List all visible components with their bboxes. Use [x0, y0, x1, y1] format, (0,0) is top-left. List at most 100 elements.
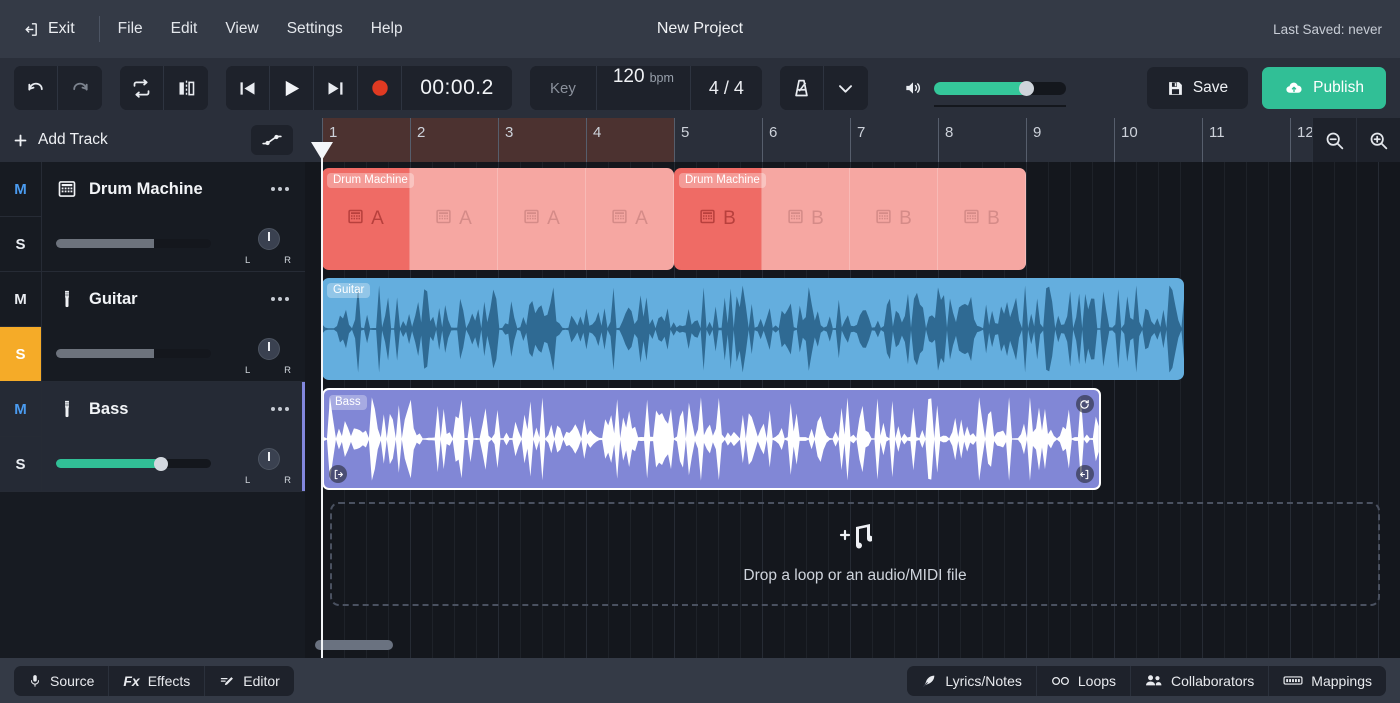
redo-button[interactable] [58, 66, 102, 110]
loop-button-group [120, 66, 208, 110]
mappings-button[interactable]: Mappings [1269, 666, 1386, 696]
playhead[interactable] [311, 142, 333, 658]
pan-knob[interactable] [258, 337, 280, 360]
track-name[interactable]: Guitar [89, 290, 258, 309]
fader-knob[interactable] [154, 456, 169, 471]
collaborators-button[interactable]: Collaborators [1131, 665, 1270, 696]
pan-knob[interactable] [258, 227, 280, 250]
pan-knob-control[interactable]: LR [245, 222, 291, 266]
drum-clip-cell[interactable]: A [498, 168, 586, 270]
zoom-out-button[interactable] [1312, 118, 1356, 162]
zoom-in-button[interactable] [1356, 118, 1400, 162]
pan-knob-control[interactable]: LR [245, 332, 291, 376]
drum-clip-group[interactable]: A A A A Drum Machine [322, 168, 674, 270]
source-button[interactable]: Source [14, 665, 110, 696]
pan-knob[interactable] [258, 447, 280, 470]
automation-curve-button[interactable] [251, 125, 293, 155]
time-display[interactable]: 00:00.2 [402, 66, 512, 110]
pan-right-label: R [284, 364, 291, 376]
drum-clip-cell[interactable]: B [938, 168, 1026, 270]
click-track-button[interactable] [164, 66, 208, 110]
drum-clip-cell[interactable]: B [762, 168, 850, 270]
drum-machine-icon [963, 208, 980, 230]
exit-button[interactable]: Exit [18, 16, 79, 42]
zoom-out-icon [1326, 132, 1344, 149]
fader-fill [56, 239, 154, 249]
guitar-audio-clip[interactable]: Guitar [322, 278, 1185, 380]
play-button[interactable] [270, 66, 314, 110]
horizontal-scrollbar[interactable] [315, 640, 1390, 650]
volume-knob[interactable] [1019, 80, 1035, 96]
menu-item-view[interactable]: View [225, 20, 258, 38]
playhead-handle[interactable] [311, 142, 333, 160]
track-volume-fader[interactable] [56, 237, 211, 251]
clip-fade-out-handle[interactable] [1075, 465, 1094, 483]
menu-item-settings[interactable]: Settings [287, 20, 343, 38]
track-row[interactable]: M S Bass L R [0, 382, 305, 492]
feather-icon [923, 675, 935, 687]
pan-left-label: L [245, 254, 251, 266]
master-volume-slider[interactable] [933, 77, 1066, 107]
bass-audio-clip[interactable]: Bass [322, 388, 1101, 490]
track-menu-button[interactable] [269, 401, 291, 417]
bpm-field[interactable]: 120 bpm [596, 66, 691, 110]
pan-knob-control[interactable]: LR [245, 442, 291, 486]
editor-button[interactable]: Editor [205, 666, 294, 696]
track-name[interactable]: Bass [89, 400, 258, 419]
skip-to-start-button[interactable] [226, 66, 270, 110]
track-row[interactable]: M S Drum Machine L R [0, 162, 305, 272]
fader-fill [56, 459, 162, 469]
track-menu-button[interactable] [269, 181, 291, 197]
track-volume-fader[interactable] [56, 347, 211, 361]
track-row[interactable]: M S Guitar L R [0, 272, 305, 382]
master-volume-control[interactable] [902, 77, 1066, 107]
drum-clip-cell[interactable]: A [586, 168, 674, 270]
mute-button[interactable]: M [0, 382, 41, 436]
drop-zone[interactable]: Drop a loop or an audio/MIDI file [330, 502, 1380, 606]
scrollbar-thumb[interactable] [315, 640, 393, 650]
menu-item-file[interactable]: File [118, 20, 143, 38]
add-track-button[interactable]: Add Track [12, 131, 108, 149]
track-menu-button[interactable] [269, 291, 291, 307]
timeline-ruler[interactable]: 1 2 3 4 5 6 7 8 9 10 11 12 [305, 118, 1312, 162]
save-button[interactable]: Save [1146, 67, 1249, 109]
track-body: Drum Machine L R [42, 162, 305, 271]
solo-button[interactable]: S [0, 216, 41, 271]
track-name[interactable]: Drum Machine [89, 180, 258, 199]
undo-button[interactable] [14, 66, 58, 110]
track-volume-fader[interactable] [56, 456, 211, 471]
source-label: Source [50, 672, 95, 689]
key-selector[interactable]: Key [530, 66, 597, 110]
menu-item-edit[interactable]: Edit [171, 20, 198, 38]
mute-button[interactable]: M [0, 272, 41, 326]
effects-button[interactable]: Fx Effects [109, 665, 206, 696]
solo-button[interactable]: S [0, 436, 41, 491]
loop-toggle-button[interactable] [120, 66, 164, 110]
bass-icon [65, 401, 69, 418]
redo-icon [73, 82, 88, 91]
menu-item-help[interactable]: Help [371, 20, 403, 38]
metronome-options-button[interactable] [823, 66, 868, 110]
loops-button[interactable]: Loops [1037, 665, 1132, 696]
transport-bar: 00:00.2 Key 120 bpm 4 / 4 Save Publish [0, 58, 1400, 118]
lyrics-notes-button[interactable]: Lyrics/Notes [907, 665, 1037, 696]
clip-fade-in-handle[interactable] [329, 465, 347, 483]
drum-machine-icon [347, 208, 364, 230]
mute-button[interactable]: M [0, 162, 41, 216]
pan-right-label: R [284, 254, 291, 266]
metronome-button[interactable] [779, 66, 824, 110]
solo-button[interactable]: S [0, 326, 41, 381]
clip-loop-handle[interactable] [1075, 395, 1094, 413]
drum-clip-cell[interactable]: B [850, 168, 938, 270]
drum-clip-cell[interactable]: A [410, 168, 498, 270]
track-controls: LR [56, 327, 291, 382]
skip-to-end-button[interactable] [314, 66, 358, 110]
clip-lanes[interactable]: A A A A Drum Machine B B B B Drum Machine Guitar Ba… [305, 162, 1400, 658]
drum-clip-group[interactable]: B B B B Drum Machine [674, 168, 1026, 270]
bar-tick [498, 118, 499, 162]
record-button[interactable] [358, 66, 402, 110]
time-signature-field[interactable]: 4 / 4 [690, 66, 762, 110]
guitar-icon [56, 289, 78, 309]
publish-button[interactable]: Publish [1262, 67, 1386, 109]
add-track-bar: Add Track [0, 118, 305, 162]
